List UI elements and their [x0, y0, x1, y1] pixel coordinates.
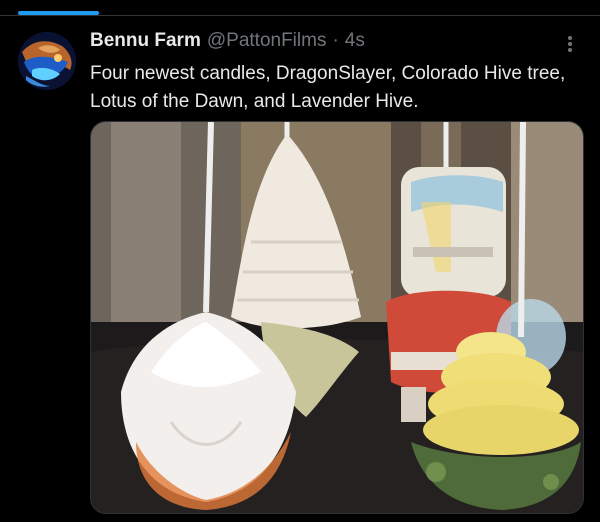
avatar-image — [18, 32, 76, 90]
tweet-header: Bennu Farm @PattonFilms · 4s — [90, 30, 560, 56]
tweet-photo[interactable] — [90, 121, 584, 514]
separator-dot: · — [332, 30, 339, 51]
display-name[interactable]: Bennu Farm — [90, 30, 201, 52]
timestamp[interactable]: 4s — [345, 30, 365, 52]
avatar[interactable] — [18, 32, 76, 90]
tweet-text: Four newest candles, DragonSlayer, Color… — [90, 63, 566, 112]
candles-photo — [91, 122, 583, 513]
more-vertical-icon — [568, 36, 572, 52]
more-button[interactable] — [556, 30, 584, 58]
top-divider — [0, 15, 600, 16]
user-handle[interactable]: @PattonFilms — [207, 30, 327, 52]
